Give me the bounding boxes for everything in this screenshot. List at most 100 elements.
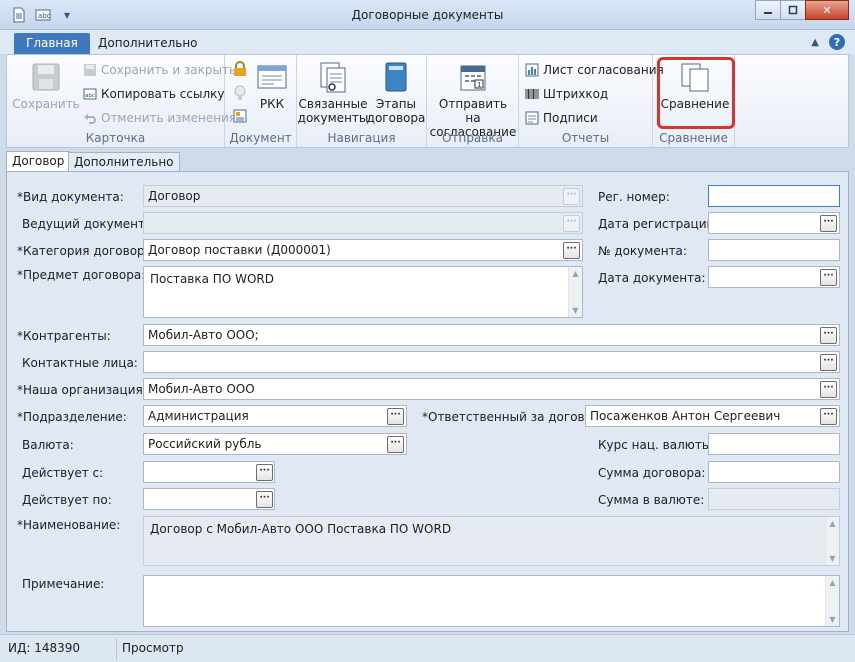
copy-link-button[interactable]: abc Копировать ссылку — [83, 87, 224, 101]
save-button[interactable]: Сохранить — [12, 61, 80, 111]
name-scrollbar[interactable]: ▲ ▼ — [825, 517, 839, 565]
lead-doc-field[interactable] — [143, 212, 583, 234]
tab-contract[interactable]: Договор — [6, 151, 71, 172]
send-for-approval-button[interactable]: 1 Отправить на согласование — [430, 61, 516, 139]
counterparties-field[interactable]: Мобил-Авто ООО; — [143, 324, 840, 346]
reg-date-label: Дата регистрации: — [598, 217, 719, 231]
currency-label: Валюта: — [22, 438, 74, 452]
valid-from-label: Действует с: — [22, 466, 104, 480]
reg-number-field[interactable] — [708, 185, 840, 207]
status-bar: ИД: 148390 Просмотр — [0, 634, 855, 662]
counterparties-picker-button[interactable]: ··· — [820, 327, 837, 344]
group-label-card: Карточка — [85, 131, 146, 145]
our-org-field[interactable]: Мобил-Авто ООО — [143, 378, 840, 400]
doc-type-picker-button[interactable]: ··· — [563, 188, 580, 205]
tab-main[interactable]: Главная — [14, 33, 90, 55]
group-document: РКК Документ — [225, 55, 297, 147]
svg-text:abc: abc — [85, 93, 95, 99]
doc-type-field[interactable]: Договор — [143, 185, 583, 207]
our-org-label: *Наша организация: — [17, 383, 147, 397]
contract-form: *Вид документа: Ведущий документ: *Катег… — [6, 171, 849, 632]
note-scrollbar[interactable]: ▲ ▼ — [825, 576, 839, 626]
minimize-button[interactable] — [755, 0, 781, 20]
subject-textarea[interactable]: Поставка ПО WORD ▲ ▼ — [143, 266, 583, 318]
help-icon[interactable]: ? — [829, 34, 845, 50]
bulb-icon[interactable] — [233, 85, 247, 101]
department-label: *Подразделение: — [17, 410, 127, 424]
group-card: Сохранить Сохранить и закрыть abc Копиро… — [7, 55, 236, 147]
category-label: *Категория договора: — [17, 244, 157, 258]
department-field[interactable]: Администрация — [143, 405, 407, 427]
group-label-navigation: Навигация — [327, 131, 396, 145]
currency-picker-button[interactable]: ··· — [387, 436, 404, 453]
rkk-card-icon — [257, 65, 287, 89]
tab-additional[interactable]: Дополнительно — [68, 152, 180, 172]
lead-doc-label: Ведущий документ: — [22, 217, 150, 231]
rate-label: Курс нац. валюты: — [598, 438, 716, 452]
status-id: ИД: 148390 — [8, 641, 81, 655]
department-picker-button[interactable]: ··· — [387, 408, 404, 425]
tab-extra[interactable]: Дополнительно — [86, 33, 210, 55]
signatures-icon — [525, 111, 539, 125]
cancel-changes-button[interactable]: Отменить изменения — [83, 111, 236, 125]
restore-icon — [788, 5, 798, 15]
linked-documents-button[interactable]: Связанные документы — [298, 61, 368, 125]
rate-field[interactable] — [708, 433, 840, 455]
save-icon — [32, 63, 60, 91]
group-reports: Лист согласования Штрихкод Подписи Отчет… — [519, 55, 664, 147]
amount-currency-field[interactable] — [708, 488, 840, 510]
doc-number-label: № документа: — [598, 244, 687, 258]
rkk-button[interactable]: РКК — [253, 61, 291, 111]
close-icon: ✕ — [822, 3, 832, 17]
amount-currency-label: Сумма в валюте: — [598, 493, 705, 507]
group-label-document: Документ — [229, 131, 292, 145]
reg-number-label: Рег. номер: — [598, 190, 670, 204]
note-textarea[interactable]: ▲ ▼ — [143, 575, 840, 627]
register-icon[interactable] — [233, 109, 247, 123]
close-button[interactable]: ✕ — [805, 0, 849, 20]
our-org-picker-button[interactable]: ··· — [820, 381, 837, 398]
minimize-icon — [764, 12, 772, 14]
maximize-button[interactable] — [780, 0, 806, 20]
valid-to-label: Действует по: — [22, 493, 112, 507]
note-label: Примечание: — [22, 577, 105, 591]
valid-to-picker-button[interactable]: ··· — [256, 491, 273, 508]
amount-field[interactable] — [708, 461, 840, 483]
linked-documents-icon — [320, 62, 346, 93]
compare-highlight — [657, 57, 735, 129]
responsible-field[interactable]: Посаженков Антон Сергеевич — [585, 405, 840, 427]
group-label-sending: Отправка — [442, 131, 503, 145]
bar-chart-icon — [525, 63, 539, 77]
group-label-reports: Отчеты — [561, 131, 610, 145]
status-mode: Просмотр — [122, 641, 184, 655]
doc-number-field[interactable] — [708, 239, 840, 261]
doc-date-label: Дата документа: — [598, 271, 706, 285]
contacts-picker-button[interactable]: ··· — [820, 354, 837, 371]
ribbon: Сохранить Сохранить и закрыть abc Копиро… — [6, 54, 849, 148]
approval-sheet-button[interactable]: Лист согласования — [525, 63, 664, 77]
group-sending: 1 Отправить на согласование Отправка — [427, 55, 519, 147]
counterparties-label: *Контрагенты: — [17, 329, 111, 343]
group-navigation: Связанные документы Этапы договора Навиг… — [297, 55, 427, 147]
collapse-ribbon-icon[interactable]: ▲ — [811, 37, 819, 48]
lock-icon[interactable] — [233, 61, 247, 77]
doc-date-picker-button[interactable]: ··· — [820, 269, 837, 286]
valid-from-picker-button[interactable]: ··· — [256, 464, 273, 481]
contract-stages-button[interactable]: Этапы договора — [367, 61, 425, 125]
responsible-picker-button[interactable]: ··· — [820, 408, 837, 425]
signatures-button[interactable]: Подписи — [525, 111, 598, 125]
subject-scrollbar[interactable]: ▲ ▼ — [568, 267, 582, 317]
calendar-icon: 1 — [460, 65, 486, 91]
subject-label: *Предмет договора: — [17, 268, 146, 282]
undo-icon — [84, 114, 96, 124]
lead-doc-picker-button[interactable]: ··· — [563, 215, 580, 232]
reg-date-picker-button[interactable]: ··· — [820, 215, 837, 232]
currency-field[interactable]: Российский рубль — [143, 433, 407, 455]
window-title: Договорные документы — [351, 8, 504, 22]
category-picker-button[interactable]: ··· — [563, 242, 580, 259]
save-and-close-button[interactable]: Сохранить и закрыть — [83, 63, 236, 77]
name-textarea[interactable]: Договор с Мобил-Авто ООО Поставка ПО WOR… — [143, 516, 840, 566]
barcode-button[interactable]: Штрихкод — [525, 87, 608, 101]
category-field[interactable]: Договор поставки (Д000001) — [143, 239, 583, 261]
contacts-field[interactable] — [143, 351, 840, 373]
